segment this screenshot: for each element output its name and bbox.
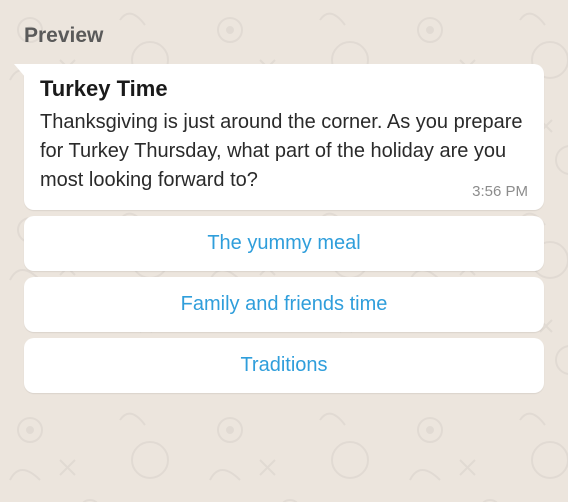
message-title: Turkey Time	[40, 76, 528, 102]
preview-label: Preview	[24, 24, 544, 48]
poll-option-1[interactable]: The yummy meal	[24, 216, 544, 271]
poll-option-3[interactable]: Traditions	[24, 338, 544, 393]
message-body: Thanksgiving is just around the corner. …	[40, 108, 528, 195]
message-bubble: Turkey Time Thanksgiving is just around …	[24, 64, 544, 210]
preview-container: Preview Turkey Time Thanksgiving is just…	[0, 0, 568, 393]
poll-option-2[interactable]: Family and friends time	[24, 277, 544, 332]
